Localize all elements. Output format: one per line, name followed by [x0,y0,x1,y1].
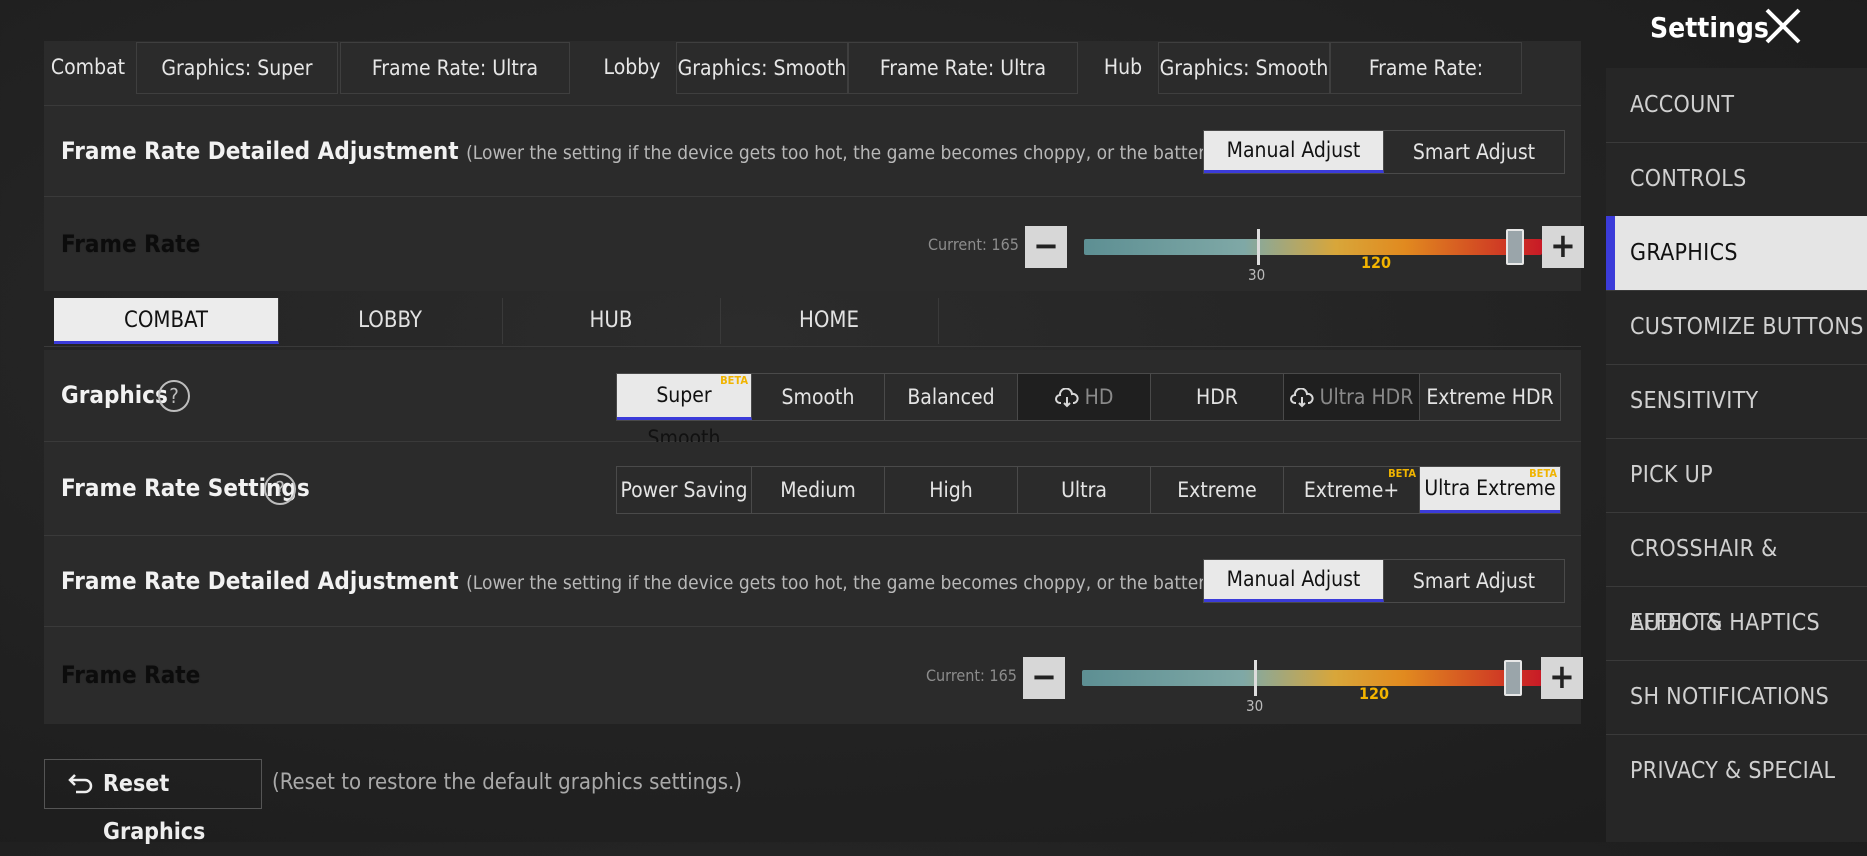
framerate-option-extreme[interactable]: Extreme [1151,467,1284,513]
graphics-option-hd[interactable]: HD [1018,374,1151,420]
adjust-title: Frame Rate Detailed Adjustment [61,137,459,165]
summary-hub-framerate: Frame Rate: Extreme [1330,42,1522,130]
summary-combat: Combat [50,55,126,79]
adjust-row-top: Frame Rate Detailed Adjustment (Lower th… [44,106,1581,197]
framerate-selector[interactable]: Power Saving Medium High Ultra Extreme E… [616,466,1561,514]
close-icon [1765,8,1801,44]
framerate-option-ultra[interactable]: Ultra [1018,467,1151,513]
plus-icon: + [1549,657,1575,697]
framerate-option-medium[interactable]: Medium [752,467,885,513]
graphics-option-super-smooth[interactable]: Super Smooth BETA [617,374,752,450]
graphics-option-hdr[interactable]: HDR [1151,374,1284,420]
sidebar-item-controls[interactable]: CONTROLS [1606,142,1867,217]
smart-adjust-option[interactable]: Smart Adjust [1384,131,1564,173]
close-button[interactable] [1763,6,1803,46]
sidebar-item-account[interactable]: ACCOUNT [1606,68,1867,143]
adjust-row-bottom: Frame Rate Detailed Adjustment (Lower th… [44,536,1581,627]
slider-tick-label-30: 30 [1246,697,1264,715]
graphics-option-smooth[interactable]: Smooth [752,374,885,420]
framerate-row-bottom: Frame Rate Current: 165 − 30 120 + [44,627,1583,724]
framerate-label: Frame Rate [61,661,201,689]
graphics-option-ultra-hdr[interactable]: Ultra HDR [1284,374,1420,420]
framerate-slider-knob[interactable] [1504,660,1522,696]
framerate-decrease-button[interactable]: − [1023,657,1065,699]
cloud-download-icon [1289,387,1314,408]
framerate-decrease-button[interactable]: − [1025,226,1067,268]
framerate-slider-knob[interactable] [1506,229,1524,265]
framerate-settings-help-icon[interactable]: ? [264,473,296,505]
sidebar-item-sensitivity[interactable]: SENSITIVITY [1606,364,1867,439]
slider-tick-label-30: 30 [1248,266,1266,284]
framerate-option-extreme-plus[interactable]: Extreme+ BETA [1284,467,1420,513]
slider-tick-30 [1254,660,1257,696]
slider-tick-label-120: 120 [1359,684,1390,703]
settings-sidebar: ACCOUNT CONTROLS GRAPHICS CUSTOMIZE BUTT… [1606,68,1867,842]
framerate-label: Frame Rate [61,230,201,258]
framerate-settings-row: Frame Rate Settings ? Power Saving Mediu… [44,442,1581,536]
framerate-option-power-saving[interactable]: Power Saving [617,467,752,513]
beta-badge: BETA [720,374,748,387]
page-title: Settings [1650,11,1769,44]
graphics-help-icon[interactable]: ? [158,380,190,412]
framerate-row-top: Frame Rate Current: 165 − 30 120 + [44,197,1584,291]
framerate-option-high[interactable]: High [885,467,1018,513]
sidebar-item-sh-notifications[interactable]: SH NOTIFICATIONS [1606,660,1867,735]
framerate-slider[interactable] [1082,670,1542,686]
mode-tabs: COMBAT LOBBY HUB HOME [44,298,1581,347]
tab-hub[interactable]: HUB [502,298,721,344]
sidebar-item-graphics[interactable]: GRAPHICS [1606,216,1867,291]
adjust-title: Frame Rate Detailed Adjustment [61,567,459,595]
sidebar-item-pick-up[interactable]: PICK UP [1606,438,1867,513]
manual-adjust-option[interactable]: Manual Adjust [1204,560,1384,602]
settings-summary-bar: Combat Graphics: Super Smooth Frame Rate… [44,41,1581,130]
beta-badge: BETA [1388,467,1416,480]
minus-icon: − [1031,657,1057,697]
graphics-option-extreme-hdr[interactable]: Extreme HDR [1420,374,1560,420]
framerate-current: Current: 165 [926,666,1017,685]
graphics-row: Graphics ? Super Smooth BETA Smooth Bala… [44,350,1581,450]
summary-combat-framerate: Frame Rate: Ultra Extreme [340,42,570,130]
smart-adjust-option[interactable]: Smart Adjust [1384,560,1564,602]
sidebar-item-crosshair-effects[interactable]: CROSSHAIR & EFFECTS [1606,512,1867,636]
minus-icon: − [1033,226,1059,266]
plus-icon: + [1550,226,1576,266]
tab-lobby[interactable]: LOBBY [278,298,503,344]
manual-adjust-option[interactable]: Manual Adjust [1204,131,1384,173]
cloud-download-icon [1054,387,1079,408]
framerate-slider[interactable] [1084,239,1542,255]
graphics-label: Graphics [61,381,168,409]
undo-arrow-icon [68,774,93,794]
summary-lobby-graphics: Graphics: Smooth [676,42,848,94]
framerate-increase-button[interactable]: + [1541,657,1583,699]
beta-badge: BETA [1529,467,1557,480]
framerate-current: Current: 165 [928,235,1019,254]
summary-combat-graphics: Graphics: Super Smooth [136,42,338,130]
reset-hint: (Reset to restore the default graphics s… [272,770,743,795]
tab-combat[interactable]: COMBAT [54,298,279,344]
reset-graphics-button[interactable]: Reset Graphics [44,759,262,845]
graphics-option-balanced[interactable]: Balanced [885,374,1018,420]
summary-lobby-framerate: Frame Rate: Ultra Extreme [848,42,1078,130]
slider-tick-label-120: 120 [1361,253,1392,272]
adjust-mode-toggle[interactable]: Manual Adjust Smart Adjust [1203,130,1565,174]
framerate-increase-button[interactable]: + [1542,226,1584,268]
tab-home[interactable]: HOME [720,298,939,344]
framerate-option-ultra-extreme[interactable]: Ultra Extreme BETA [1420,467,1560,513]
adjust-mode-toggle[interactable]: Manual Adjust Smart Adjust [1203,559,1565,603]
sidebar-item-privacy-special[interactable]: PRIVACY & SPECIAL [1606,734,1867,808]
graphics-quality-selector[interactable]: Super Smooth BETA Smooth Balanced HD HDR… [616,373,1561,450]
sidebar-item-audio-haptics[interactable]: AUDIO & HAPTICS [1606,586,1867,661]
summary-hub-graphics: Graphics: Smooth [1158,42,1330,94]
sidebar-item-customize-buttons[interactable]: CUSTOMIZE BUTTONS [1606,290,1867,365]
summary-hub: Hub [1103,55,1143,79]
slider-tick-30 [1257,229,1260,265]
summary-lobby: Lobby [603,55,661,79]
